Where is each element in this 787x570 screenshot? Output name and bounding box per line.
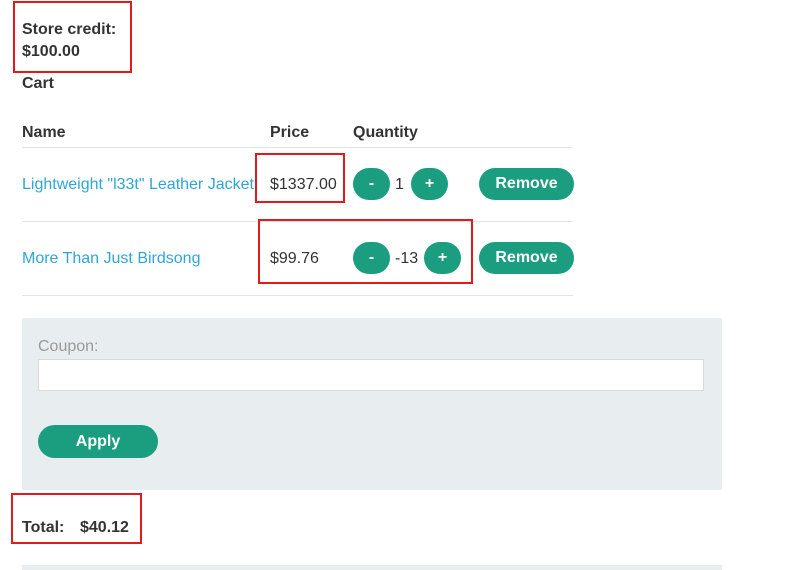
highlight-box-store-credit xyxy=(13,1,132,73)
product-link[interactable]: More Than Just Birdsong xyxy=(22,250,200,268)
highlight-box-price xyxy=(255,153,345,203)
product-link[interactable]: Lightweight "l33t" Leather Jacket xyxy=(22,176,254,194)
apply-coupon-button[interactable]: Apply xyxy=(38,425,158,458)
row-divider xyxy=(22,295,573,296)
table-divider xyxy=(22,147,573,148)
bottom-bar xyxy=(22,565,722,570)
column-header-price: Price xyxy=(270,124,310,141)
cart-heading: Cart xyxy=(22,75,55,92)
highlight-box-price-quantity xyxy=(258,219,473,284)
coupon-label: Coupon: xyxy=(38,338,99,355)
quantity-value: 1 xyxy=(395,176,404,193)
increase-quantity-button[interactable]: + xyxy=(411,168,448,200)
column-header-quantity: Quantity xyxy=(353,124,418,141)
highlight-box-total xyxy=(11,493,142,544)
remove-item-button[interactable]: Remove xyxy=(479,242,574,274)
column-header-name: Name xyxy=(22,124,66,141)
remove-item-button[interactable]: Remove xyxy=(479,168,574,200)
decrease-quantity-button[interactable]: - xyxy=(353,168,390,200)
coupon-input[interactable] xyxy=(38,359,704,391)
coupon-panel xyxy=(22,318,722,490)
